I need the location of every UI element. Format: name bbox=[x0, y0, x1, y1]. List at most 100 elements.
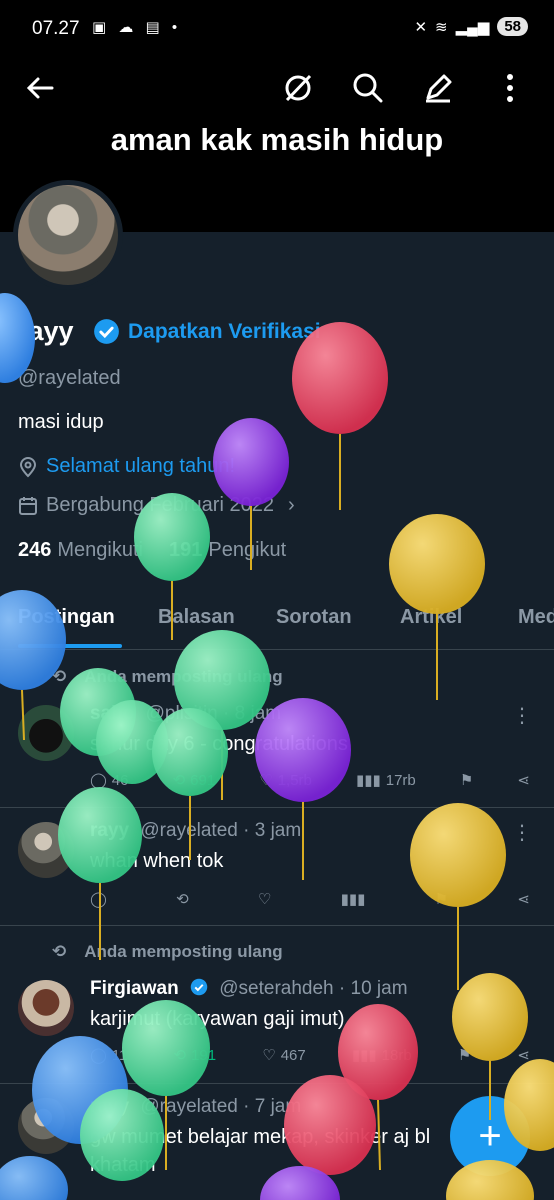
post-more-icon[interactable]: ⋮ bbox=[512, 703, 532, 728]
share-button[interactable]: ⋖ bbox=[517, 1046, 530, 1064]
tab-replies[interactable]: Balasan bbox=[158, 606, 235, 629]
plus-icon: + bbox=[478, 1113, 502, 1158]
repost-icon: ⟲ bbox=[52, 942, 67, 961]
tab-articles[interactable]: Artikel bbox=[400, 606, 462, 629]
like-button[interactable]: ♡ bbox=[258, 890, 271, 908]
tab-media[interactable]: Med bbox=[518, 606, 554, 629]
repost-count: 691 bbox=[190, 771, 216, 789]
post-time: · 10 jam bbox=[338, 978, 408, 999]
repost-button[interactable]: ⟲ 191 bbox=[174, 1046, 217, 1065]
follow-stats: 246 Mengikuti 191 Pengikut bbox=[18, 539, 286, 562]
post-text: gw mumet belajar mekap, skinker aj bl bbox=[90, 1126, 431, 1148]
post-author-name[interactable]: rayy bbox=[90, 1096, 129, 1117]
post-author-handle: @seterahdeh bbox=[219, 978, 334, 999]
reply-button[interactable]: ◯ 46 bbox=[90, 771, 128, 790]
post-time: · 7 jam bbox=[243, 1096, 302, 1117]
like-button[interactable]: ♡ 1,5rb bbox=[259, 771, 312, 790]
back-arrow-icon[interactable] bbox=[20, 68, 60, 108]
heart-icon: ♡ bbox=[262, 1047, 276, 1064]
more-vertical-icon[interactable] bbox=[490, 68, 530, 108]
followers-stat[interactable]: 191 Pengikut bbox=[169, 539, 286, 562]
get-verified-link[interactable]: Dapatkan Verifikasi bbox=[128, 320, 321, 344]
chevron-right-icon: › bbox=[287, 494, 295, 516]
active-tab-indicator bbox=[18, 644, 122, 648]
post-author-handle: @plisitin bbox=[145, 703, 218, 724]
repost-button[interactable]: ⟲ bbox=[176, 890, 189, 908]
reply-button[interactable]: ◯ 11 bbox=[90, 1046, 128, 1065]
like-count: 1,5rb bbox=[277, 771, 312, 789]
post-author-name[interactable]: rayy bbox=[90, 820, 129, 841]
share-icon: ⋖ bbox=[517, 772, 530, 789]
bookmark-button[interactable]: ⚑ bbox=[460, 771, 473, 789]
notification-icons: ▣ ☁ ▤ • bbox=[92, 19, 182, 36]
followers-count: 191 bbox=[168, 539, 203, 561]
post-avatar[interactable] bbox=[18, 980, 74, 1036]
banner-text: aman kak masih hidup bbox=[110, 122, 444, 157]
tab-posts[interactable]: Postingan bbox=[18, 606, 115, 629]
following-stat[interactable]: 246 Mengikuti bbox=[18, 539, 143, 562]
reply-icon: ◯ bbox=[90, 891, 107, 908]
post-author-name[interactable]: Firgiawan bbox=[90, 978, 179, 999]
repost-label: Anda memposting ulang bbox=[84, 667, 283, 686]
status-time: 07.27 bbox=[32, 18, 80, 39]
like-count: 467 bbox=[280, 1046, 306, 1064]
mute-icon: ✕ bbox=[414, 18, 428, 36]
joined-row[interactable]: Bergabung Februari 2022 › bbox=[18, 494, 295, 517]
repost-indicator: ⟲ Anda memposting ulang bbox=[52, 667, 283, 687]
compose-post-button[interactable]: + bbox=[450, 1096, 530, 1176]
views-button[interactable]: ▮▮▮ bbox=[341, 890, 366, 908]
profile-avatar[interactable] bbox=[13, 180, 123, 290]
following-count: 246 bbox=[18, 539, 52, 561]
battery-indicator: 58 bbox=[497, 17, 528, 36]
post-time: · 8 jam bbox=[223, 703, 282, 724]
reply-button[interactable]: ◯ bbox=[90, 890, 107, 908]
calendar-icon bbox=[19, 496, 37, 515]
post-text-continued: khatam bbox=[90, 1154, 156, 1176]
post-actions: ◯ 11 ⟲ 191 ♡ 467 ▮▮▮ 18rb ⚑ ⋖ bbox=[90, 1046, 530, 1065]
profile-handle: @rayelated bbox=[18, 367, 121, 389]
views-icon: ▮▮▮ bbox=[351, 1047, 377, 1064]
repost-button[interactable]: ⟲ 691 bbox=[173, 771, 216, 790]
bookmark-button[interactable]: ⚑ bbox=[435, 890, 448, 908]
post-item[interactable]: ⟲ Anda memposting ulang sabo @plisitin ·… bbox=[0, 651, 554, 808]
reply-icon: ◯ bbox=[90, 1047, 107, 1064]
post-actions: ◯ 46 ⟲ 691 ♡ 1,5rb ▮▮▮ 17rb ⚑ ⋖ bbox=[90, 771, 530, 790]
location-pin-icon bbox=[19, 456, 37, 477]
views-button[interactable]: ▮▮▮ 17rb bbox=[355, 771, 416, 790]
like-button[interactable]: ♡ 467 bbox=[262, 1046, 306, 1065]
heart-icon: ♡ bbox=[257, 891, 272, 908]
views-icon: ▮▮▮ bbox=[340, 891, 366, 908]
reply-count: 11 bbox=[111, 1046, 128, 1064]
signal-icon: ▂▄▆ bbox=[455, 18, 490, 36]
post-item[interactable]: rayy @rayelated · 3 jam ⋮ whan when tok … bbox=[0, 808, 554, 926]
joined-text: Bergabung Februari 2022 bbox=[46, 494, 274, 516]
post-avatar[interactable] bbox=[18, 822, 74, 878]
tab-highlights[interactable]: Sorotan bbox=[276, 606, 352, 629]
post-item[interactable]: ⟲ Anda memposting ulang Firgiawan @seter… bbox=[0, 926, 554, 1084]
post-author-name[interactable]: sabo bbox=[90, 703, 134, 724]
profile-bio: masi idup bbox=[18, 411, 104, 433]
edit-icon[interactable] bbox=[418, 68, 458, 108]
view-count: 17rb bbox=[385, 771, 416, 789]
views-icon: ▮▮▮ bbox=[355, 772, 381, 789]
views-button[interactable]: ▮▮▮ 18rb bbox=[351, 1046, 412, 1065]
birthday-row: Selamat ulang tahun! bbox=[18, 455, 235, 478]
repost-indicator: ⟲ Anda memposting ulang bbox=[52, 942, 283, 962]
post-avatar[interactable] bbox=[18, 705, 74, 761]
post-text: sahur day 6 - congratulations bbox=[90, 733, 348, 755]
grok-icon[interactable] bbox=[278, 68, 318, 108]
share-button[interactable]: ⋖ bbox=[517, 771, 530, 789]
share-button[interactable]: ⋖ bbox=[517, 890, 530, 908]
search-icon[interactable] bbox=[348, 68, 388, 108]
post-avatar[interactable] bbox=[18, 1098, 74, 1154]
bookmark-button[interactable]: ⚑ bbox=[458, 1046, 471, 1064]
birthday-text[interactable]: Selamat ulang tahun! bbox=[46, 455, 235, 478]
post-text: karjimut (karyawan gaji imut) bbox=[90, 1008, 345, 1030]
status-right: ✕ ≋ ▂▄▆ 58 bbox=[414, 17, 528, 36]
view-count: 18rb bbox=[381, 1046, 412, 1064]
repost-icon: ⟲ bbox=[52, 667, 67, 686]
post-more-icon[interactable]: ⋮ bbox=[512, 820, 532, 845]
following-label: Mengikuti bbox=[57, 539, 143, 561]
post-text: whan when tok bbox=[90, 850, 224, 872]
post-author-handle: @rayelated bbox=[140, 1096, 238, 1117]
